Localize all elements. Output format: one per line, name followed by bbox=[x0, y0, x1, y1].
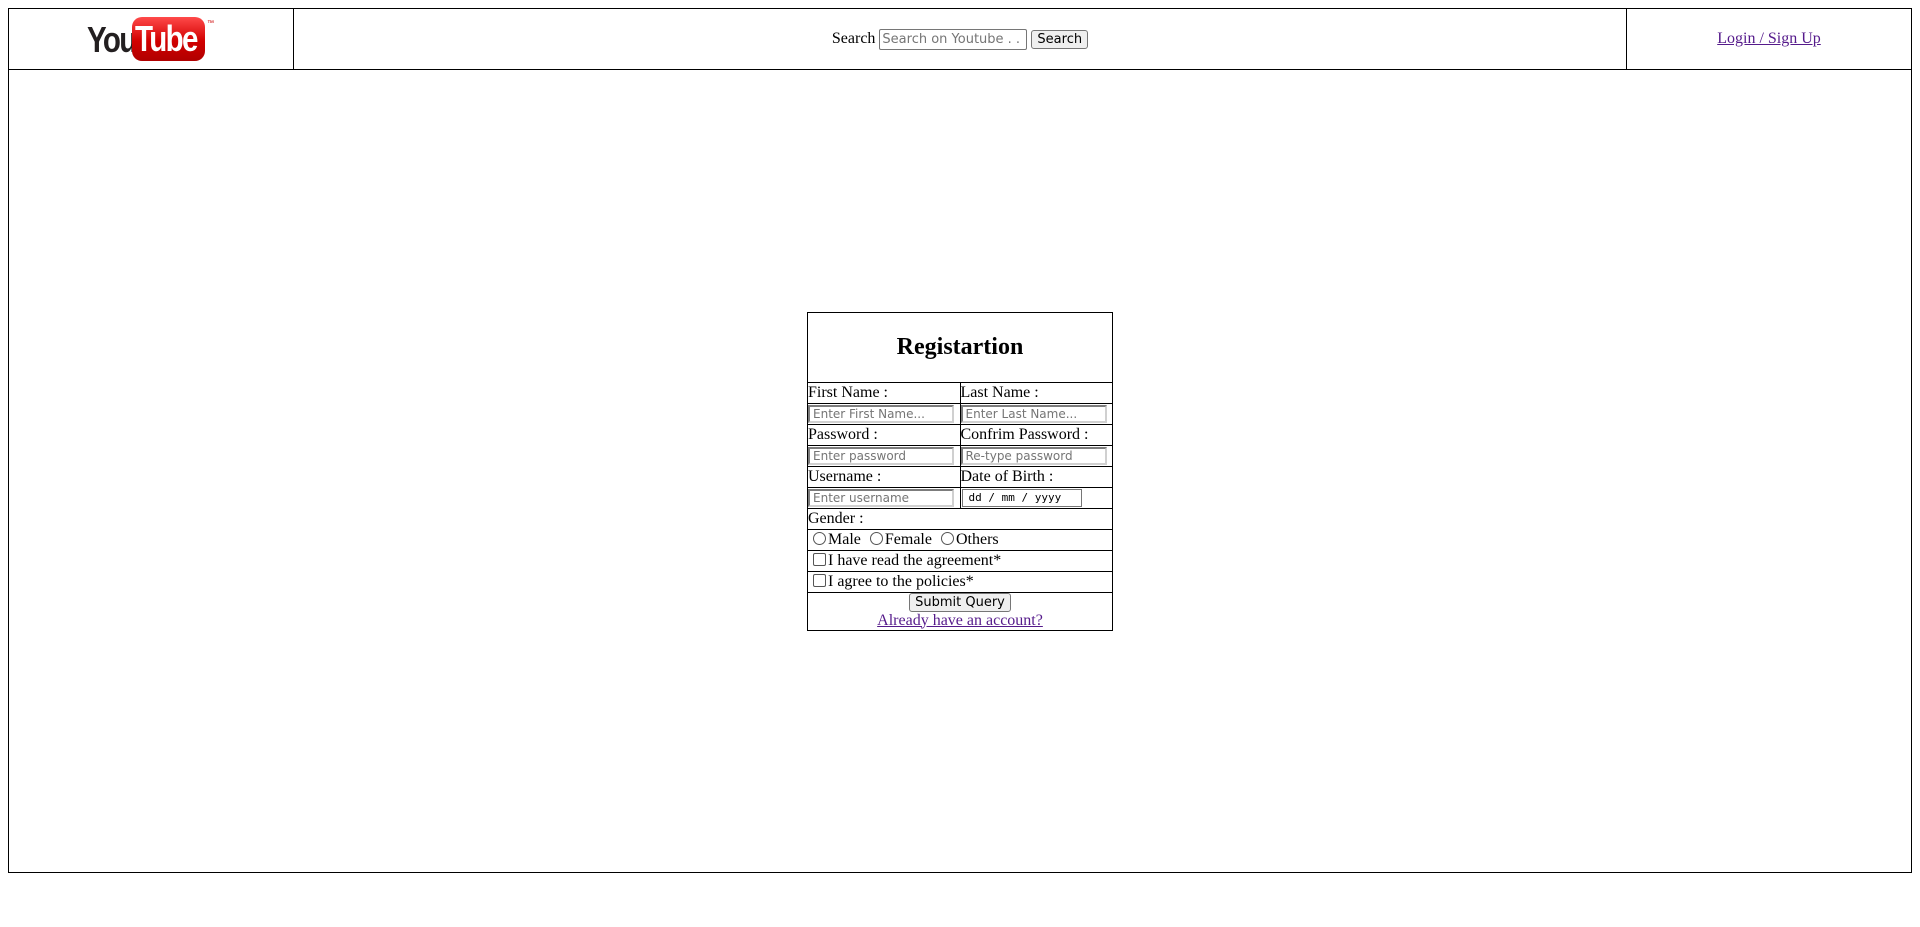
agreement-checkbox[interactable] bbox=[813, 552, 826, 566]
username-input[interactable] bbox=[808, 488, 954, 507]
registration-form: Registartion First Name : Last Name : Pa… bbox=[807, 311, 1113, 631]
dob-label: Date of Birth : bbox=[959, 465, 1113, 488]
youtube-logo[interactable]: You Tube ™ bbox=[87, 16, 215, 62]
page-layout: You Tube ™ Search Search Login / Sign Up bbox=[8, 8, 1912, 873]
form-title: Registartion bbox=[896, 334, 1024, 360]
confirm-password-label: Confrim Password : bbox=[959, 423, 1113, 446]
first-name-input[interactable] bbox=[808, 404, 954, 423]
gender-female-radio[interactable] bbox=[869, 531, 883, 545]
search-cell: Search Search bbox=[293, 8, 1627, 70]
search-label: Search bbox=[831, 30, 876, 47]
gender-male-radio[interactable] bbox=[813, 531, 826, 545]
password-label: Password : bbox=[807, 423, 961, 446]
gender-others-radio[interactable] bbox=[940, 531, 954, 545]
last-name-label: Last Name : bbox=[959, 381, 1113, 404]
search-button[interactable]: Search bbox=[1031, 29, 1089, 49]
login-cell: Login / Sign Up bbox=[1626, 8, 1912, 70]
policies-row: I agree to the policies* bbox=[807, 570, 1113, 593]
submit-row: Submit Query Already have an account? bbox=[807, 591, 1113, 631]
first-name-label: First Name : bbox=[807, 381, 961, 404]
logo-tube-badge: Tube bbox=[132, 16, 205, 61]
gender-male-label: Male bbox=[828, 530, 861, 548]
agreement-label: I have read the agreement* bbox=[828, 551, 1002, 569]
dob-date-input[interactable]: dd / mm / yyyy bbox=[961, 489, 1082, 507]
already-have-account-link[interactable]: Already have an account? bbox=[877, 612, 1043, 629]
logo-text-tube: Tube bbox=[135, 17, 198, 59]
policies-checkbox[interactable] bbox=[813, 573, 826, 587]
policies-label: I agree to the policies* bbox=[828, 572, 974, 590]
gender-options: Male Female Others bbox=[807, 528, 1113, 551]
submit-button[interactable]: Submit Query bbox=[909, 592, 1011, 612]
password-input[interactable] bbox=[808, 446, 954, 465]
search-bar: Search Search bbox=[831, 28, 1089, 50]
form-title-cell: Registartion bbox=[807, 311, 1113, 383]
confirm-password-input[interactable] bbox=[960, 446, 1107, 465]
main-content: Registartion First Name : Last Name : Pa… bbox=[8, 69, 1912, 873]
agreement-row: I have read the agreement* bbox=[807, 549, 1113, 572]
logo-text-you: You bbox=[87, 18, 137, 60]
search-input[interactable] bbox=[879, 28, 1028, 50]
gender-others-label: Others bbox=[955, 530, 999, 548]
login-signup-link[interactable]: Login / Sign Up bbox=[1717, 30, 1821, 47]
username-label: Username : bbox=[807, 465, 961, 488]
gender-label: Gender : bbox=[807, 507, 1113, 530]
last-name-input[interactable] bbox=[960, 404, 1107, 423]
gender-female-label: Female bbox=[884, 530, 932, 548]
logo-trademark: ™ bbox=[207, 19, 214, 27]
logo-cell: You Tube ™ bbox=[8, 8, 294, 70]
